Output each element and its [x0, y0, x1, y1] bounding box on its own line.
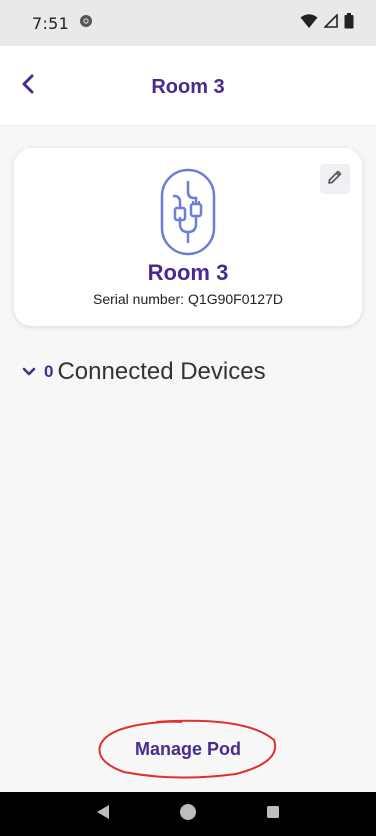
- page-title: Room 3: [151, 76, 225, 98]
- connected-devices-toggle[interactable]: 0 Connected Devices: [22, 356, 266, 388]
- chevron-down-icon: [22, 364, 38, 380]
- pod-icon: [160, 168, 216, 256]
- pod-name: Room 3: [147, 260, 229, 285]
- system-nav-bar: [0, 792, 376, 836]
- chrome-icon: [79, 14, 93, 33]
- signal-icon: [323, 12, 338, 33]
- nav-recents-button[interactable]: [253, 794, 293, 834]
- status-right: [300, 12, 354, 34]
- nav-home-button[interactable]: [168, 794, 208, 834]
- home-circle-icon: [179, 803, 197, 826]
- recents-square-icon: [266, 805, 280, 824]
- serial-value: Q1G90F0127D: [188, 291, 283, 307]
- app-bar: Room 3: [0, 46, 376, 126]
- manage-pod-button[interactable]: Manage Pod: [96, 718, 280, 780]
- manage-pod-label: Manage Pod: [134, 738, 241, 759]
- status-left: 7:51: [32, 14, 93, 33]
- wifi-icon: [300, 13, 318, 34]
- pencil-icon: [327, 169, 343, 190]
- status-bar: 7:51: [0, 0, 376, 46]
- status-time: 7:51: [32, 13, 70, 33]
- connected-devices-label: Connected Devices: [57, 358, 266, 385]
- battery-icon: [344, 12, 354, 34]
- nav-back-button[interactable]: [83, 794, 123, 834]
- edit-button[interactable]: [320, 164, 350, 194]
- back-triangle-icon: [96, 804, 110, 825]
- serial-label: Serial number:: [93, 291, 185, 307]
- pod-card: Room 3 Serial number: Q1G90F0127D: [14, 148, 362, 326]
- device-count: 0: [44, 362, 54, 381]
- pod-serial: Serial number: Q1G90F0127D: [14, 291, 362, 307]
